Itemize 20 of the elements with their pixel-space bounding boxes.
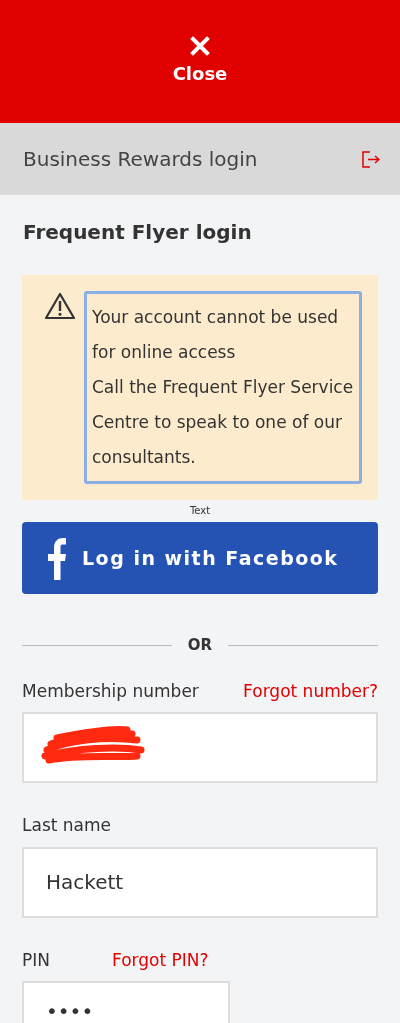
field-label: Membership number bbox=[22, 679, 199, 703]
close-icon bbox=[190, 36, 210, 56]
message-text: Call the Frequent Flyer Service Centre to speak to one of our consultants. bbox=[92, 376, 355, 469]
input-field[interactable] bbox=[22, 712, 378, 783]
business-login-bar[interactable]: Business Rewards login bbox=[0, 123, 400, 195]
forgot-link[interactable]: Forgot PIN? bbox=[112, 947, 209, 973]
warning-icon bbox=[44, 291, 76, 321]
input-field[interactable]: Hackett bbox=[22, 846, 378, 918]
page-title: Frequent Flyer login bbox=[23, 219, 253, 246]
logout-icon bbox=[361, 149, 380, 169]
divider-text: OR bbox=[186, 635, 214, 656]
business-login-title: Business Rewards login bbox=[23, 146, 258, 173]
field-label: PIN bbox=[22, 948, 50, 972]
caption-text: Text bbox=[189, 505, 211, 516]
close-button[interactable]: Close bbox=[162, 32, 238, 91]
message-text: Your account cannot be used for online access bbox=[92, 306, 340, 364]
field-label: Last name bbox=[22, 814, 112, 837]
forgot-link[interactable]: Forgot number? bbox=[243, 678, 378, 704]
input-field[interactable]: •••• bbox=[22, 981, 230, 1023]
facebook-login-button[interactable]: Log in with Facebook bbox=[22, 522, 378, 594]
